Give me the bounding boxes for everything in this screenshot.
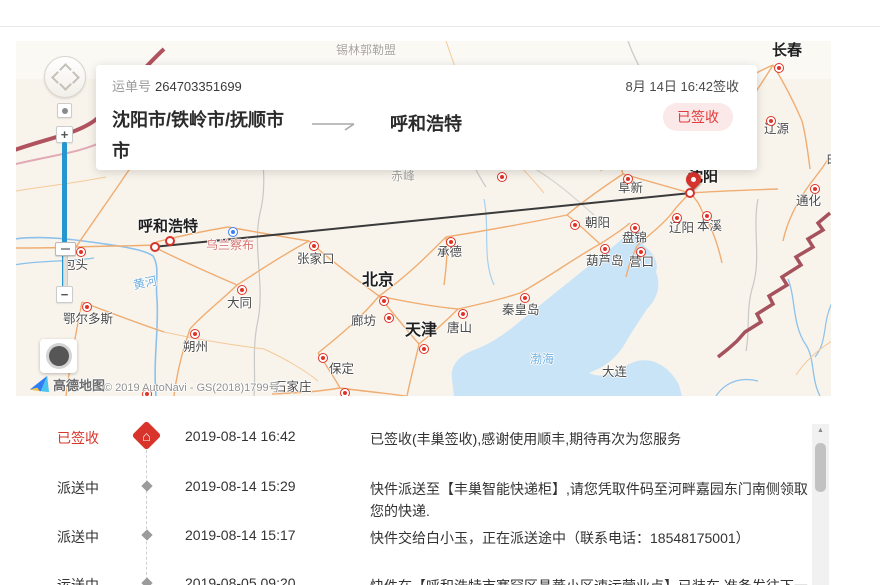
map-label: 白山 xyxy=(826,153,831,166)
map-label: 天津 xyxy=(405,323,437,339)
map-label: 盘锦 xyxy=(622,232,647,245)
status-badge: 已签收 xyxy=(663,103,733,131)
locate-dot-icon xyxy=(62,108,68,114)
timeline-connector xyxy=(146,450,147,585)
city-marker-icon xyxy=(384,313,394,323)
timeline-date: 2019-08-14 15:17 xyxy=(185,527,296,543)
waybill-number-group: 运单号 264703351699 xyxy=(112,76,242,95)
map-label: 乌兰察布 xyxy=(206,239,254,251)
city-marker-icon xyxy=(520,293,530,303)
delivered-home-icon: ⌂ xyxy=(132,421,162,451)
locate-button[interactable] xyxy=(57,103,72,118)
map-label: 锡林郭勒盟 xyxy=(336,44,396,56)
scrollbar-thumb[interactable] xyxy=(815,443,826,492)
timeline-date: 2019-08-14 16:42 xyxy=(185,428,296,444)
city-marker-icon xyxy=(623,174,633,184)
tracking-page: 锡林郭勒盟长春辽源四平通化白山沈阳阜新朝阳赤峰辽阳本溪盘锦营口葫芦岛秦皇岛唐山承… xyxy=(0,0,880,585)
city-marker-icon xyxy=(774,63,784,73)
waybill-card: 运单号 264703351699 8月 14日 16:42签收 沈阳市/铁岭市/抚… xyxy=(96,65,757,170)
map-label: 承德 xyxy=(437,246,462,259)
city-marker-icon xyxy=(228,227,238,237)
city-marker-icon xyxy=(458,309,468,319)
route-endpoint-icon xyxy=(150,242,160,252)
route-arrow-icon xyxy=(310,117,362,133)
city-marker-icon xyxy=(237,285,247,295)
city-marker-icon xyxy=(636,247,646,257)
scroll-up-icon[interactable]: ▲ xyxy=(812,427,829,434)
waybill-label: 运单号 xyxy=(112,79,151,94)
map-label: 通化 xyxy=(796,195,821,208)
city-marker-icon xyxy=(766,116,776,126)
signed-time: 8月 14日 16:42签收 xyxy=(626,76,739,95)
timeline-status: 已签收 xyxy=(57,428,99,448)
map-label: 阜新 xyxy=(618,182,643,195)
layer-toggle-icon xyxy=(49,346,69,366)
city-marker-icon xyxy=(672,213,682,223)
city-marker-icon xyxy=(810,184,820,194)
timeline-dot-icon xyxy=(141,577,152,585)
city-marker-icon xyxy=(446,237,456,247)
timeline-status: 运送中 xyxy=(57,575,99,585)
top-divider xyxy=(0,26,880,27)
map-label: 廊坊 xyxy=(351,315,376,328)
city-marker-icon xyxy=(379,296,389,306)
map-label: 呼和浩特 xyxy=(138,219,198,234)
paper-plane-icon xyxy=(28,374,50,394)
timeline-description: 快件派送至【丰巢智能快递柜】,请您凭取件码至河畔嘉园东门南侧领取您的快递. xyxy=(370,478,815,522)
map-label: 赤峰 xyxy=(391,170,415,182)
amap-logo: 高德地图 xyxy=(28,374,105,394)
map-label: 张家口 xyxy=(297,253,335,266)
timeline-description: 已签收(丰巢签收),感谢使用顺丰,期待再次为您服务 xyxy=(370,428,815,450)
origin-city: 沈阳市/铁岭市/抚顺市市 xyxy=(112,105,298,167)
city-marker-icon xyxy=(702,211,712,221)
city-marker-icon xyxy=(419,344,429,354)
amap-brand-text: 高德地图 xyxy=(53,375,105,394)
map-label: 大连 xyxy=(602,366,627,379)
timeline-date: 2019-08-14 15:29 xyxy=(185,478,296,494)
city-marker-icon xyxy=(82,302,92,312)
zoom-slider-handle[interactable] xyxy=(55,242,76,256)
city-marker-icon xyxy=(340,388,350,396)
tracking-timeline: 已签收 ⌂ 2019-08-14 16:42 已签收(丰巢签收),感谢使用顺丰,期待再… xyxy=(0,412,832,585)
city-marker-icon xyxy=(318,353,328,363)
layer-toggle-button[interactable] xyxy=(40,339,77,373)
map-label: 鄂尔多斯 xyxy=(63,313,113,326)
timeline-status: 派送中 xyxy=(57,527,99,547)
map-label: 朔州 xyxy=(183,341,208,354)
city-marker-icon xyxy=(190,329,200,339)
map-label: 辽阳 xyxy=(669,222,694,235)
map-label: 北京 xyxy=(362,273,394,289)
timeline-description: 快件交给白小玉，正在派送途中（联系电话：18548175001） xyxy=(370,527,815,549)
map-label: 唐山 xyxy=(447,322,472,335)
city-marker-icon xyxy=(600,244,610,254)
map-label: 渤海 xyxy=(530,353,554,365)
timeline-date: 2019-08-05 09:20 xyxy=(185,575,296,585)
map-label: 本溪 xyxy=(697,220,722,233)
city-marker-icon xyxy=(497,172,507,182)
zoom-in-button[interactable]: + xyxy=(56,126,73,143)
timeline-dot-icon xyxy=(141,529,152,540)
map-label: 长春 xyxy=(772,43,802,58)
map-label: 朝阳 xyxy=(585,217,610,230)
timeline-description: 快件在【呼和浩特市赛罕区昌蕃小区速运营业点】已装车,准备发往下一站 xyxy=(370,575,815,585)
city-marker-icon xyxy=(570,220,580,230)
map-label: 葫芦岛 xyxy=(586,255,624,268)
map-label: 营口 xyxy=(629,256,654,269)
map-label: 秦皇岛 xyxy=(502,304,540,317)
timeline-dot-icon xyxy=(141,480,152,491)
destination-city: 呼和浩特 xyxy=(390,110,462,136)
map-attribution: © 2019 AutoNavi - GS(2018)1799号 xyxy=(104,379,280,395)
city-marker-icon xyxy=(630,223,640,233)
timeline-status: 派送中 xyxy=(57,478,99,498)
map-label: 大同 xyxy=(227,297,252,310)
timeline-scrollbar[interactable]: ▲ xyxy=(812,424,829,585)
map-compass[interactable] xyxy=(44,56,86,98)
city-marker-icon xyxy=(76,247,86,257)
zoom-out-button[interactable]: − xyxy=(56,286,73,303)
waybill-number: 264703351699 xyxy=(155,79,242,94)
map-label: 保定 xyxy=(329,363,354,376)
city-marker-icon xyxy=(309,241,319,251)
route-endpoint-icon xyxy=(165,236,175,246)
